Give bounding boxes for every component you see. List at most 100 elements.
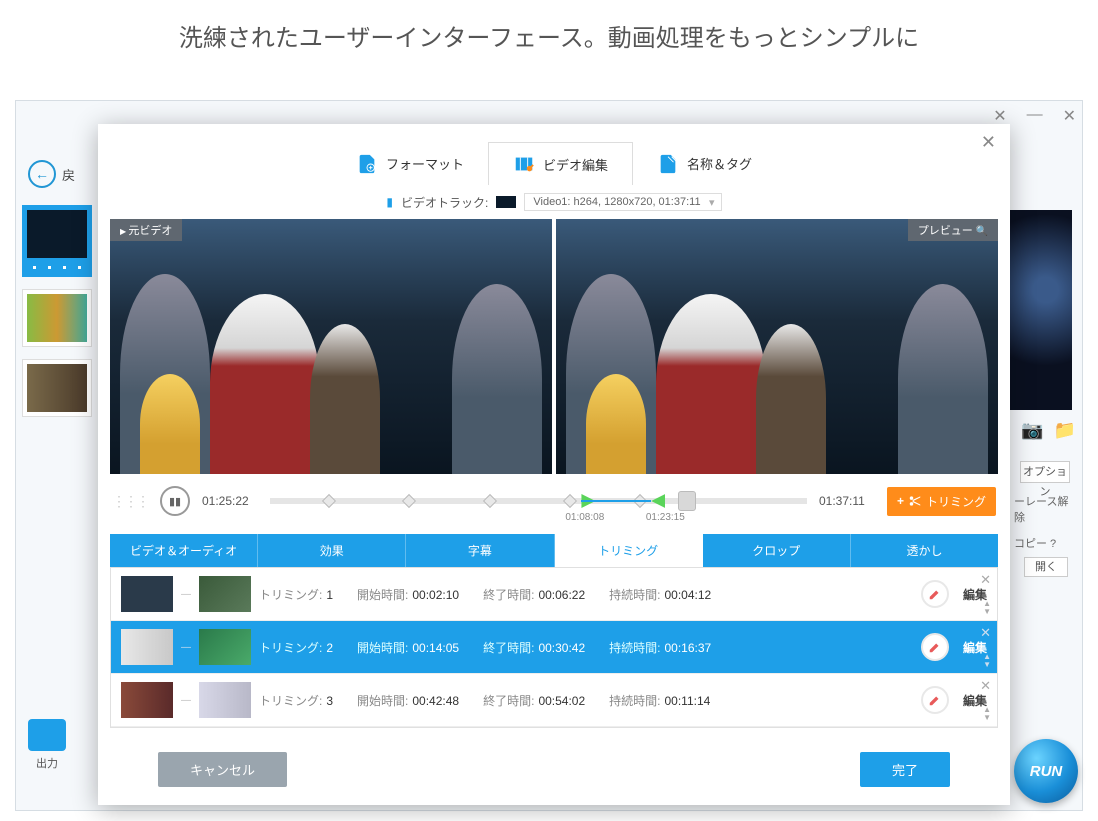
clip-thumb-end (199, 682, 251, 718)
tab-name-tag[interactable]: 名称＆タグ (633, 142, 776, 185)
output-preview (556, 219, 998, 474)
copy-label: コピー ? (1014, 535, 1076, 551)
back-button[interactable]: ← 戻 (28, 160, 75, 188)
close-icon[interactable]: ✕ (981, 132, 996, 153)
modal-footer: キャンセル 完了 (98, 740, 1010, 805)
playhead[interactable] (678, 491, 696, 511)
track-label: ビデオトラック: (401, 194, 488, 211)
dash-icon: — (181, 642, 191, 653)
run-button[interactable]: RUN (1014, 739, 1078, 803)
pencil-icon (928, 587, 942, 601)
source-preview (110, 219, 552, 474)
thumb-image (27, 364, 87, 412)
camera-icon[interactable]: 📷 (1021, 420, 1043, 441)
reorder-arrows[interactable]: ▲▼ (983, 653, 991, 669)
current-time: 01:25:22 (202, 494, 258, 508)
video-edit-modal: ✕ フォーマット ビデオ編集 名称＆タグ ▮ ビデオトラック: Video1: … (98, 124, 1010, 805)
back-label: 戻 (62, 165, 75, 184)
clip-thumb-end (199, 576, 251, 612)
source-thumb-3[interactable] (22, 359, 92, 417)
clip-info: トリミング:1開始時間:00:02:10終了時間:00:06:22持続時間:00… (259, 586, 913, 603)
grip-icon[interactable]: ⋮⋮⋮ (112, 493, 148, 510)
right-sidebar: 📷 📁 オプション ーレース解除 コピー ? 開く (1006, 210, 1076, 577)
timeline-track[interactable]: 01:08:08 01:23:15 (270, 498, 807, 504)
cancel-button[interactable]: キャンセル (158, 752, 287, 787)
clip-thumb-end (199, 629, 251, 665)
left-thumbnail-list (22, 205, 92, 429)
reorder-arrows[interactable]: ▲▼ (983, 706, 991, 722)
video-track-row: ▮ ビデオトラック: Video1: h264, 1280x720, 01:37… (98, 185, 1010, 219)
chevron-down-icon[interactable]: ▼ (983, 714, 991, 722)
thumb-strip (27, 262, 87, 272)
window-close-icon[interactable]: ✕ (1063, 106, 1076, 126)
thumb-image (27, 294, 87, 342)
edit-tab-1[interactable]: 効果 (258, 534, 406, 567)
timeline: ⋮⋮⋮ ▮▮ 01:25:22 01:08:08 01:23:15 01:37:… (98, 474, 1010, 528)
tab-format[interactable]: フォーマット (332, 142, 488, 185)
open-button[interactable]: 開く (1024, 557, 1068, 577)
source-thumb-1[interactable] (22, 205, 92, 277)
edit-tab-3[interactable]: トリミング (555, 534, 703, 567)
edit-tab-0[interactable]: ビデオ＆オーディオ (110, 534, 258, 567)
tab-format-label: フォーマット (386, 154, 464, 173)
trim-end-handle[interactable] (651, 494, 665, 508)
done-button[interactable]: 完了 (860, 752, 950, 787)
mark-b-time: 01:23:15 (646, 512, 685, 523)
reorder-arrows[interactable]: ▲▼ (983, 600, 991, 616)
window-controls: ✕ — ✕ (993, 106, 1076, 126)
option-button[interactable]: オプション (1020, 461, 1070, 483)
pencil-icon (928, 693, 942, 707)
page-headline: 洗練されたユーザーインターフェース。動画処理をもっとシンプルに (0, 0, 1098, 83)
thumb-image (27, 210, 87, 258)
remove-clip-icon[interactable]: ✕ (980, 572, 991, 588)
clip-list: — トリミング:1開始時間:00:02:10終了時間:00:06:22持続時間:0… (110, 567, 998, 728)
preview-area: 元ビデオ プレビュー (110, 219, 998, 474)
preview-thumb (1006, 210, 1072, 410)
clip-thumb-start (121, 629, 173, 665)
source-thumb-2[interactable] (22, 289, 92, 347)
folder-icon[interactable]: 📁 (1054, 420, 1076, 441)
tab-name-label: 名称＆タグ (687, 154, 752, 173)
dash-icon: — (181, 695, 191, 706)
modal-close-icon[interactable]: ✕ (993, 106, 1006, 126)
tab-video-edit[interactable]: ビデオ編集 (488, 142, 633, 185)
output-icon (28, 719, 66, 751)
clip-info: トリミング:2開始時間:00:14:05終了時間:00:30:42持続時間:00… (259, 639, 913, 656)
total-time: 01:37:11 (819, 494, 875, 508)
source-badge: 元ビデオ (110, 219, 182, 241)
track-select[interactable]: Video1: h264, 1280x720, 01:37:11 (524, 193, 721, 211)
edit-clip-button[interactable] (921, 580, 949, 608)
window-minimize-icon[interactable]: — (1027, 106, 1043, 126)
scissors-icon (908, 494, 922, 508)
output-label: 出力 (28, 755, 66, 771)
clip-info: トリミング:3開始時間:00:42:48終了時間:00:54:02持続時間:00… (259, 692, 913, 709)
clip-row[interactable]: — トリミング:2開始時間:00:14:05終了時間:00:30:42持続時間:0… (111, 621, 997, 674)
edit-clip-button[interactable] (921, 633, 949, 661)
top-tabs: フォーマット ビデオ編集 名称＆タグ (98, 124, 1010, 185)
clip-thumb-start (121, 576, 173, 612)
dash-icon: — (181, 589, 191, 600)
chevron-down-icon[interactable]: ▼ (983, 608, 991, 616)
track-chip (496, 196, 516, 208)
output-section[interactable]: 出力 (28, 719, 66, 771)
video-edit-icon (513, 153, 535, 175)
add-trim-button[interactable]: トリミング (887, 487, 996, 516)
format-icon (356, 153, 378, 175)
remove-clip-icon[interactable]: ✕ (980, 678, 991, 694)
mark-a-time: 01:08:08 (565, 512, 604, 523)
clip-row[interactable]: — トリミング:3開始時間:00:42:48終了時間:00:54:02持続時間:0… (111, 674, 997, 727)
tab-edit-label: ビデオ編集 (543, 155, 608, 174)
edit-clip-button[interactable] (921, 686, 949, 714)
edit-tab-4[interactable]: クロップ (703, 534, 851, 567)
pencil-icon (928, 640, 942, 654)
deinterlace-label: ーレース解除 (1014, 493, 1076, 525)
remove-clip-icon[interactable]: ✕ (980, 625, 991, 641)
edit-tab-5[interactable]: 透かし (851, 534, 998, 567)
edit-tab-2[interactable]: 字幕 (406, 534, 554, 567)
pause-button[interactable]: ▮▮ (160, 486, 190, 516)
clip-row[interactable]: — トリミング:1開始時間:00:02:10終了時間:00:06:22持続時間:0… (111, 568, 997, 621)
name-tag-icon (657, 153, 679, 175)
chevron-down-icon[interactable]: ▼ (983, 661, 991, 669)
back-arrow-icon: ← (28, 160, 56, 188)
edit-tabs: ビデオ＆オーディオ効果字幕トリミングクロップ透かし (110, 534, 998, 567)
